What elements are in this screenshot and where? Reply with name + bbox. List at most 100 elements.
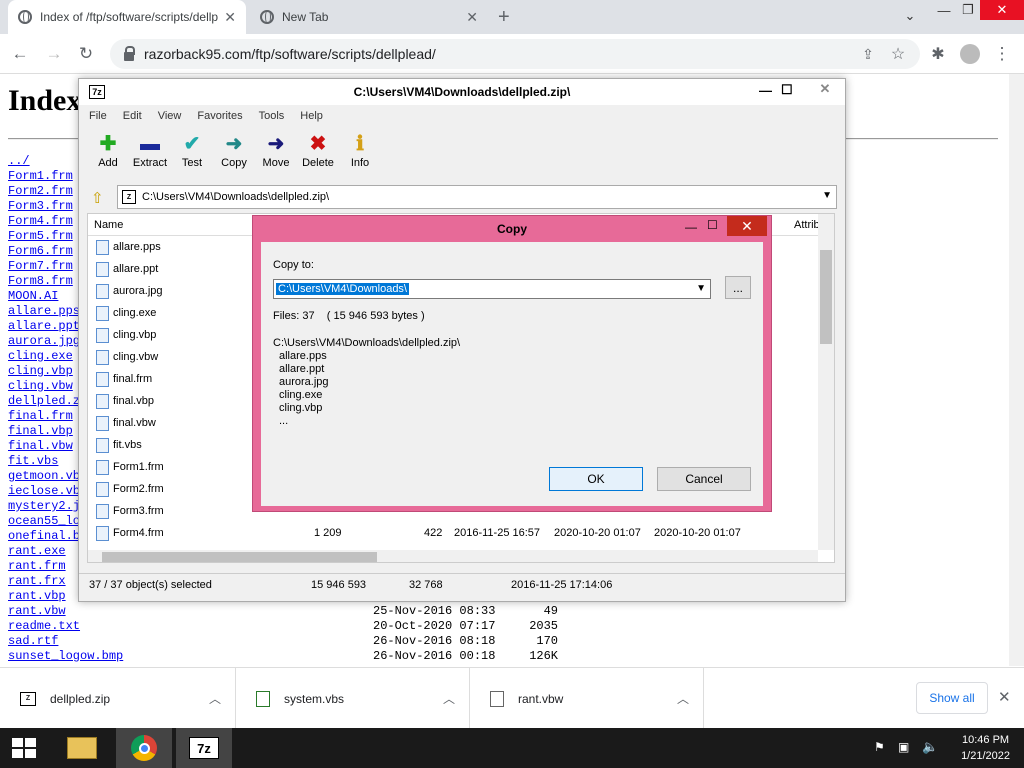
ok-button[interactable]: OK xyxy=(549,467,643,491)
chevron-up-icon[interactable]: ︿ xyxy=(443,690,455,707)
file-link[interactable]: final.vbp xyxy=(8,424,80,439)
file-link[interactable]: cling.vbp xyxy=(8,364,80,379)
menu-item-file[interactable]: File xyxy=(89,110,107,122)
file-link[interactable]: rant.frm xyxy=(8,559,80,574)
file-link[interactable]: ocean55_lo xyxy=(8,514,80,529)
minimize-icon[interactable]: — xyxy=(685,220,697,234)
file-link[interactable]: Form1.frm xyxy=(8,169,80,184)
file-explorer-icon[interactable] xyxy=(58,728,106,768)
flag-icon[interactable]: ⚑ xyxy=(874,740,885,754)
vertical-scrollbar[interactable] xyxy=(818,214,834,550)
browse-button[interactable]: ... xyxy=(725,276,751,299)
chevron-up-icon[interactable]: ︿ xyxy=(677,690,689,707)
file-link[interactable]: Form4.frm xyxy=(8,214,80,229)
clock[interactable]: 10:46 PM 1/21/2022 xyxy=(961,732,1010,764)
extensions-icon[interactable]: ✱ xyxy=(926,42,950,66)
menu-item-favorites[interactable]: Favorites xyxy=(197,110,242,122)
tab-index[interactable]: Index of /ftp/software/scripts/dellpl ✕ xyxy=(8,0,246,34)
file-link[interactable]: dellpled.z xyxy=(8,394,80,409)
chevron-down-icon[interactable]: ▼ xyxy=(822,190,832,201)
page-scrollbar[interactable] xyxy=(1009,74,1024,666)
file-link[interactable]: final.frm xyxy=(8,409,80,424)
column-attrib[interactable]: Attrib xyxy=(794,219,820,231)
delete-button[interactable]: ✖ Delete xyxy=(297,131,339,177)
file-link[interactable]: cling.exe xyxy=(8,349,80,364)
url-text[interactable]: razorback95.com/ftp/software/scripts/del… xyxy=(144,46,436,62)
file-link[interactable]: aurora.jpg xyxy=(8,334,80,349)
chevron-up-icon[interactable]: ︿ xyxy=(209,690,221,707)
maximize-icon[interactable]: ☐ xyxy=(781,82,793,98)
maximize-icon[interactable]: ☐ xyxy=(707,218,718,232)
share-icon[interactable]: ⇪ xyxy=(856,42,880,66)
sevenzip-taskbar-icon[interactable]: 7z xyxy=(176,728,232,768)
move-button[interactable]: ➜ Move xyxy=(255,131,297,177)
file-link[interactable]: Form7.frm xyxy=(8,259,80,274)
chevron-down-icon[interactable]: ▼ xyxy=(696,283,706,294)
chrome-icon[interactable] xyxy=(116,728,172,768)
file-link[interactable]: sunset_logow.bmp xyxy=(8,649,373,664)
file-link[interactable]: rant.frx xyxy=(8,574,80,589)
download-item[interactable]: Z dellpled.zip ︿ xyxy=(0,668,236,729)
info-button[interactable]: ℹ Info xyxy=(339,131,381,177)
menu-item-tools[interactable]: Tools xyxy=(259,110,285,122)
file-row[interactable]: Form4.frm 1 209 422 2016-11-25 16:57 2020-10… xyxy=(88,522,818,544)
file-link[interactable]: Form6.frm xyxy=(8,244,80,259)
sevenzip-titlebar[interactable]: 7z C:\Users\VM4\Downloads\dellpled.zip\ … xyxy=(79,79,845,105)
horizontal-scrollbar[interactable] xyxy=(88,550,818,562)
path-combobox[interactable]: Z C:\Users\VM4\Downloads\dellpled.zip\ ▼ xyxy=(117,185,837,209)
close-icon[interactable]: ✕ xyxy=(805,79,845,99)
file-link[interactable]: cling.vbw xyxy=(8,379,80,394)
download-item[interactable]: rant.vbw ︿ xyxy=(470,668,704,729)
destination-path[interactable]: C:\Users\VM4\Downloads\ xyxy=(276,283,409,295)
menu-item-help[interactable]: Help xyxy=(300,110,323,122)
file-link[interactable]: allare.pps xyxy=(8,304,80,319)
tab-new[interactable]: New Tab ✕ xyxy=(250,0,488,34)
file-link[interactable]: ieclose.vb xyxy=(8,484,80,499)
new-tab-button[interactable]: + xyxy=(498,6,510,29)
cancel-button[interactable]: Cancel xyxy=(657,467,751,491)
file-link[interactable]: sad.rtf xyxy=(8,634,373,649)
file-link[interactable]: onefinal.b xyxy=(8,529,80,544)
reload-icon[interactable]: ↻ xyxy=(74,42,98,66)
close-icon[interactable]: ✕ xyxy=(224,9,236,26)
file-link[interactable]: Form5.frm xyxy=(8,229,80,244)
back-icon[interactable]: ← xyxy=(8,42,32,66)
copy-button[interactable]: ➜ Copy xyxy=(213,131,255,177)
column-name[interactable]: Name xyxy=(94,219,123,231)
scroll-thumb[interactable] xyxy=(820,250,832,344)
close-icon[interactable]: ✕ xyxy=(998,688,1011,706)
up-folder-icon[interactable]: ⇧ xyxy=(91,189,104,207)
file-link[interactable]: ../ xyxy=(8,154,80,169)
file-link[interactable]: mystery2.j xyxy=(8,499,80,514)
file-link[interactable]: rant.vbp xyxy=(8,589,80,604)
minimize-icon[interactable]: — xyxy=(759,83,772,98)
file-link[interactable]: Form8.frm xyxy=(8,274,80,289)
file-link[interactable]: MOON.AI xyxy=(8,289,80,304)
file-link[interactable]: Form3.frm xyxy=(8,199,80,214)
address-bar[interactable]: razorback95.com/ftp/software/scripts/del… xyxy=(110,39,920,69)
file-link[interactable]: allare.ppt xyxy=(8,319,80,334)
menu-icon[interactable]: ⋮ xyxy=(990,42,1014,66)
file-link[interactable]: getmoon.vb xyxy=(8,469,80,484)
scroll-thumb[interactable] xyxy=(102,552,377,562)
file-link[interactable]: fit.vbs xyxy=(8,454,80,469)
test-button[interactable]: ✔ Test xyxy=(171,131,213,177)
destination-combobox[interactable]: C:\Users\VM4\Downloads\ ▼ xyxy=(273,279,711,299)
add-button[interactable]: ✚ Add xyxy=(87,131,129,177)
close-window-icon[interactable]: ✕ xyxy=(980,0,1024,20)
download-item[interactable]: system.vbs ︿ xyxy=(236,668,470,729)
extract-button[interactable]: ▬ Extract xyxy=(129,131,171,177)
network-icon[interactable]: ▣ xyxy=(898,740,909,754)
forward-icon[interactable]: → xyxy=(42,42,66,66)
file-link[interactable]: rant.exe xyxy=(8,544,80,559)
bookmark-star-icon[interactable]: ☆ xyxy=(886,42,910,66)
file-link[interactable]: readme.txt xyxy=(8,619,373,634)
file-link[interactable]: Form2.frm xyxy=(8,184,80,199)
file-link[interactable]: final.vbw xyxy=(8,439,80,454)
profile-icon[interactable] xyxy=(958,42,982,66)
volume-icon[interactable]: 🔈 xyxy=(922,739,938,755)
show-all-button[interactable]: Show all xyxy=(916,682,988,714)
close-icon[interactable]: ✕ xyxy=(466,9,478,26)
menu-item-view[interactable]: View xyxy=(158,110,182,122)
close-icon[interactable]: ✕ xyxy=(727,216,767,236)
